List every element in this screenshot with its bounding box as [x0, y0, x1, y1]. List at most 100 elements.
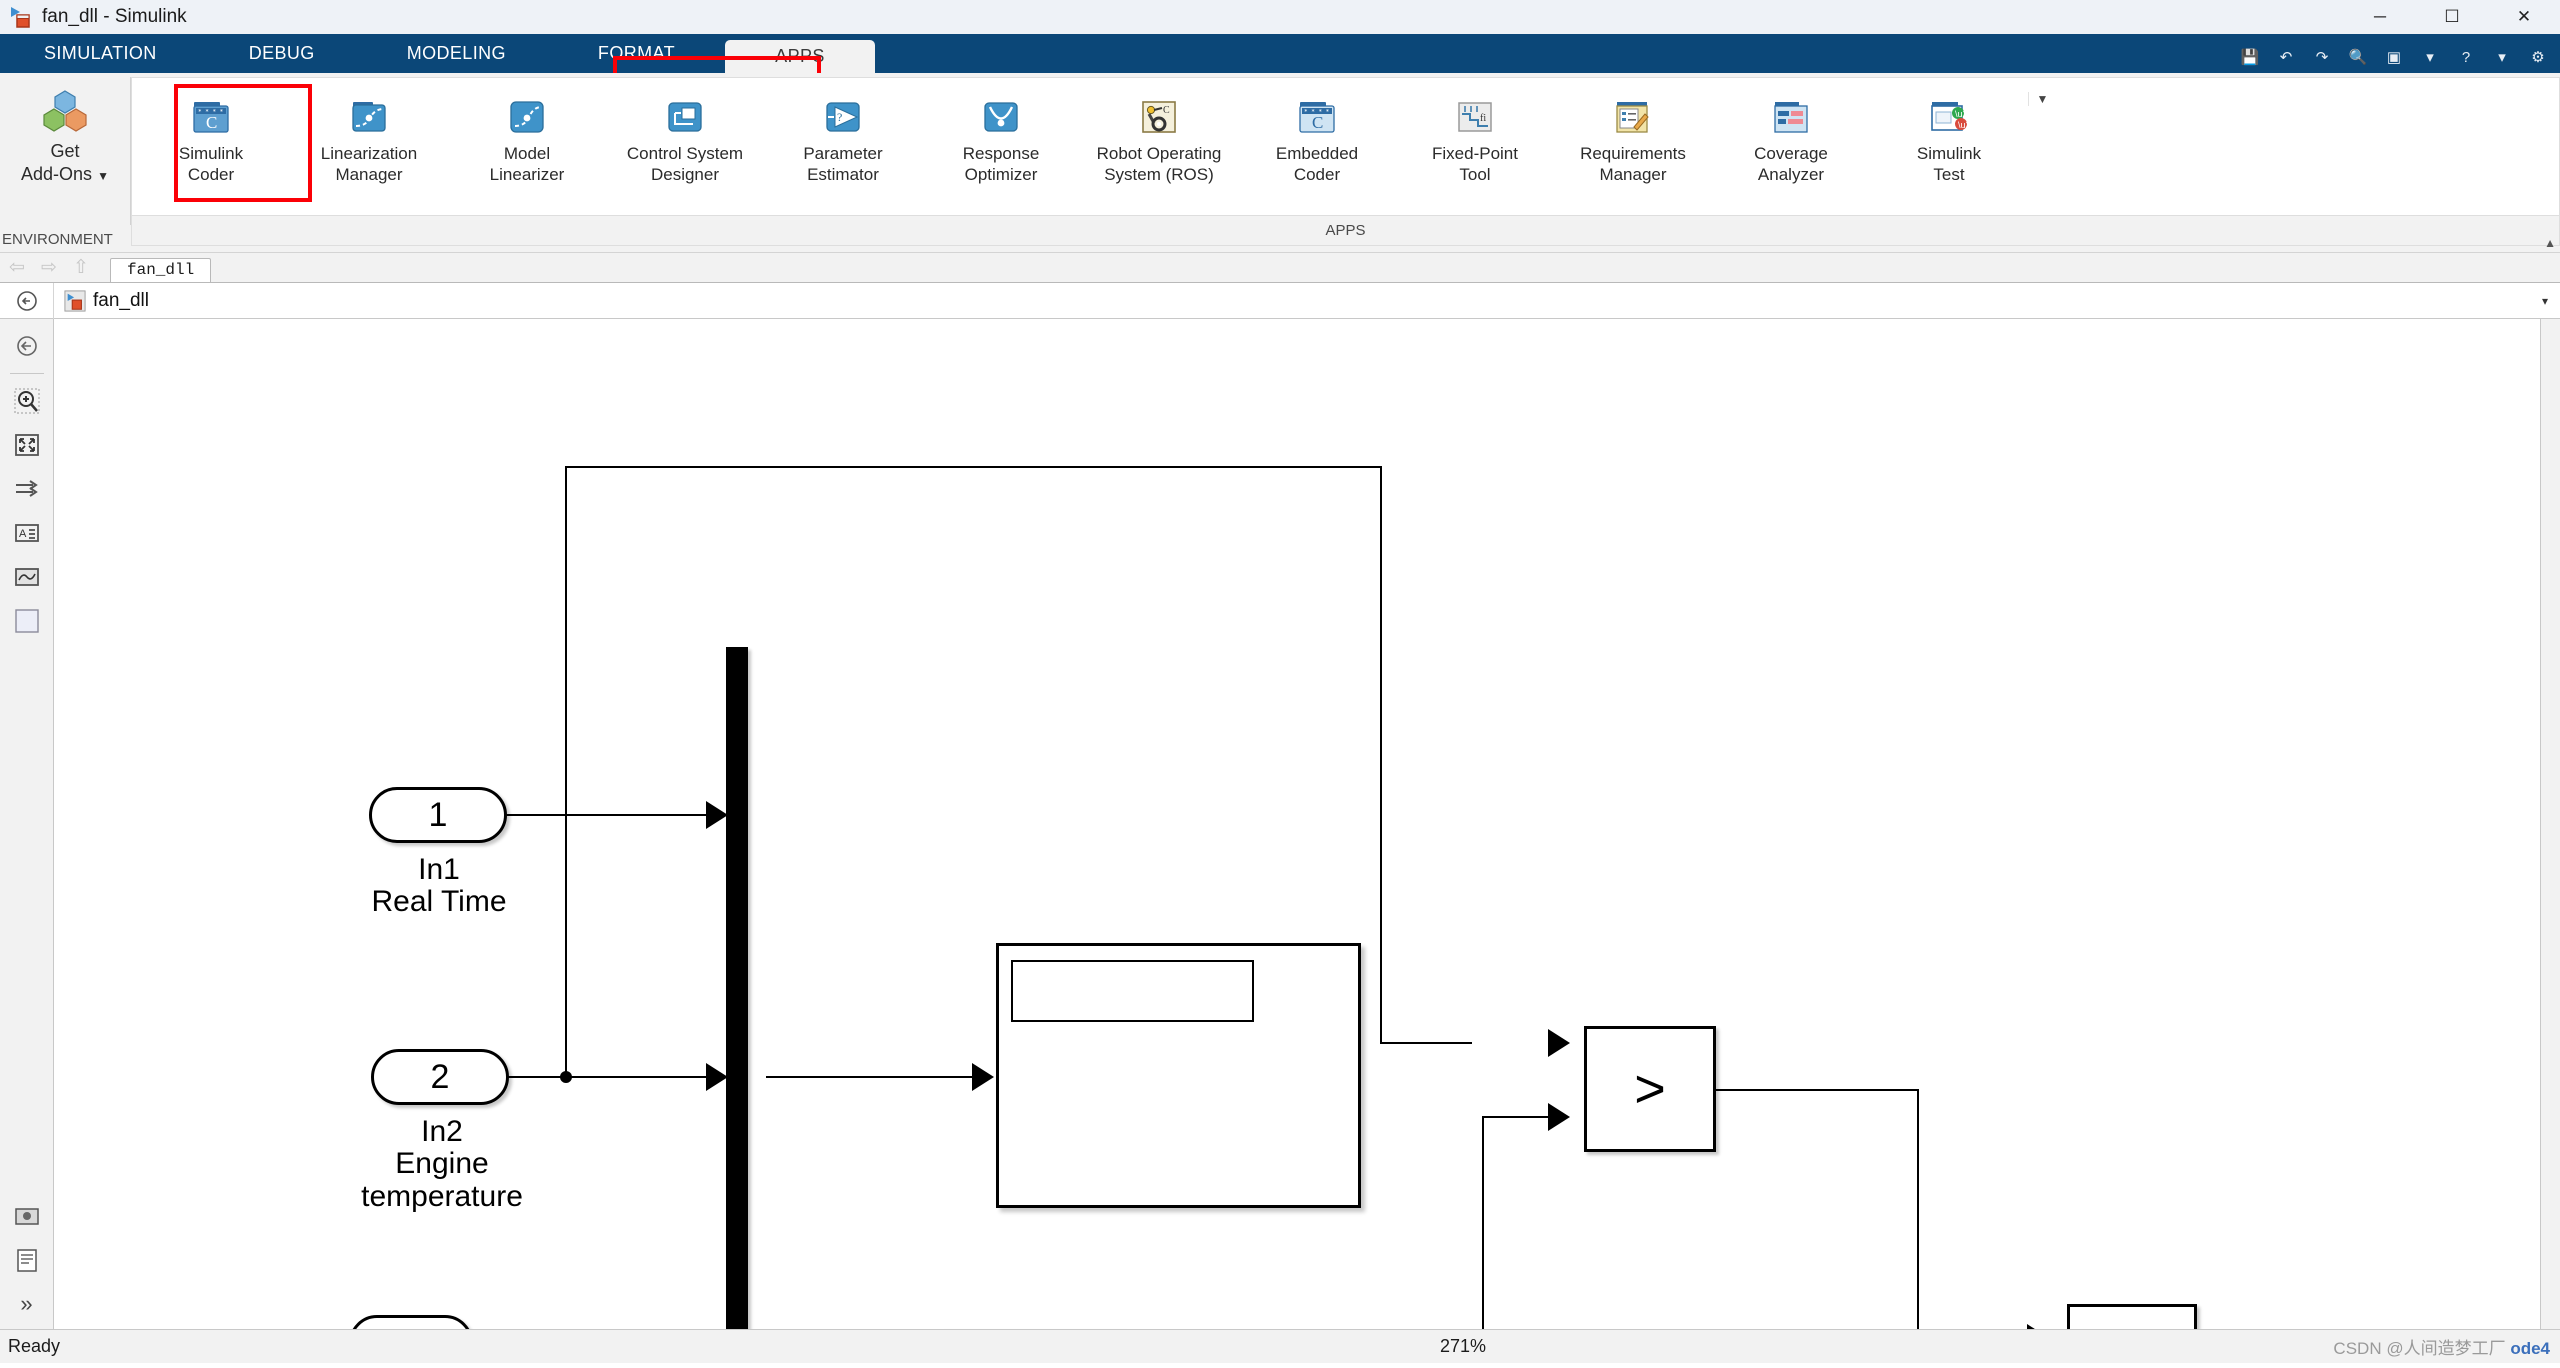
expand-panel-icon[interactable]: »	[10, 1287, 44, 1321]
app-label-line2: Coder	[1293, 165, 1341, 185]
svg-text:C: C	[206, 113, 217, 132]
app-parameter-estimator[interactable]: ? Parameter Estimator	[764, 92, 922, 186]
simulink-canvas[interactable]: 1 In1 Real Time 2 In2 Engine temperature…	[54, 319, 2540, 1329]
fit-to-view-icon[interactable]	[10, 428, 44, 462]
app-linearization-manager[interactable]: Linearization Manager	[290, 92, 448, 186]
help-dropdown-icon[interactable]: ▾	[2490, 45, 2514, 69]
breadcrumb-label: fan_dll	[93, 289, 149, 311]
inport-2[interactable]: 2	[371, 1049, 509, 1105]
product-block[interactable]	[2067, 1304, 2197, 1329]
watermark-badge: ode4	[2510, 1339, 2550, 1358]
tab-format[interactable]: FORMAT	[580, 34, 693, 73]
canvas-left-toolbar: A »	[0, 319, 54, 1329]
subsystem-block[interactable]	[996, 943, 1361, 1208]
app-label-line1: Simulink	[1916, 144, 1982, 163]
get-add-ons-button[interactable]: Get Add-Ons ▼	[0, 85, 130, 187]
scope-icon[interactable]	[10, 560, 44, 594]
app-simulink-test[interactable]: \u2713 \u2715 Simulink Test	[1870, 92, 2028, 186]
arrow-gt-in1	[1548, 1029, 1570, 1057]
wire-gt-in2-horizontal	[1482, 1116, 1548, 1118]
apps-more-button[interactable]: ▼	[2028, 92, 2056, 106]
app-model-linearizer[interactable]: Model Linearizer	[448, 92, 606, 186]
breadcrumb-dropdown-icon[interactable]: ▾	[2542, 294, 2548, 308]
tab-apps[interactable]: APPS	[724, 40, 875, 73]
app-label-line1: Simulink	[178, 144, 244, 163]
app-simulink-coder[interactable]: * * * * C Simulink Coder	[132, 92, 290, 186]
arrow-mux-in2	[706, 1063, 728, 1091]
mux-block[interactable]	[726, 647, 748, 1329]
tab-debug[interactable]: DEBUG	[231, 34, 333, 73]
inport-1[interactable]: 1	[369, 787, 507, 843]
status-bar: Ready 271% CSDN @人间造梦工厂 ode4	[0, 1329, 2560, 1363]
app-robot-operating-system[interactable]: C Robot Operating System (ROS)	[1080, 92, 1238, 186]
tab-modeling[interactable]: MODELING	[389, 34, 524, 73]
model-tab-fan-dll[interactable]: fan_dll	[110, 258, 212, 282]
app-label-line2: Designer	[650, 165, 720, 185]
blank-block-icon[interactable]	[10, 604, 44, 638]
app-control-system-designer[interactable]: Control System Designer	[606, 92, 764, 186]
inport-2-label-line1: In2	[421, 1115, 463, 1148]
canvas-left-toolbar-bottom: »	[10, 1199, 44, 1321]
breadcrumb-back-button[interactable]	[0, 282, 54, 319]
maximize-button[interactable]: ☐	[2416, 0, 2488, 34]
app-label-line1: Embedded	[1275, 144, 1359, 163]
close-button[interactable]: ✕	[2488, 0, 2560, 34]
undo-icon[interactable]: ↶	[2274, 45, 2298, 69]
editor-body: A » 1 In1 Real Time 2 In2 Engine tempera…	[0, 319, 2560, 1329]
app-requirements-manager[interactable]: Requirements Manager	[1554, 92, 1712, 186]
minimize-button[interactable]: ─	[2344, 0, 2416, 34]
signal-routing-icon[interactable]	[10, 472, 44, 506]
wire-gt-out-vertical	[1917, 1089, 1919, 1329]
search-icon[interactable]: 🔍	[2346, 45, 2370, 69]
report-icon[interactable]	[10, 1243, 44, 1277]
simulink-test-icon: \u2713 \u2715	[1928, 96, 1986, 138]
nav-forward-icon[interactable]: ⇨	[38, 256, 60, 278]
save-icon[interactable]: 💾	[2238, 45, 2262, 69]
zoom-in-icon[interactable]	[10, 384, 44, 418]
inport-1-label-line1: In1	[418, 853, 460, 886]
greater-than-block[interactable]: >	[1584, 1026, 1716, 1152]
app-label-line2: Manager	[335, 165, 403, 185]
inport-1-label: In1 Real Time	[294, 853, 584, 919]
get-add-ons-caret-icon[interactable]: ▼	[97, 169, 109, 183]
ros-robot-icon: C	[1138, 96, 1180, 138]
canvas-right-gutter[interactable]	[2540, 319, 2560, 1329]
wire-top-right-vertical	[1380, 466, 1382, 1044]
embedded-coder-icon: * * * * C	[1296, 96, 1338, 138]
layout-icon[interactable]: ▣	[2382, 45, 2406, 69]
svg-text:\u2715: \u2715	[1958, 120, 1970, 130]
inport-2-number: 2	[430, 1057, 450, 1096]
app-label-line2: Test	[1933, 165, 1965, 185]
nav-back-icon[interactable]: ⇦	[6, 256, 28, 278]
redo-icon[interactable]: ↷	[2310, 45, 2334, 69]
settings-icon[interactable]: ⚙	[2526, 45, 2550, 69]
coverage-icon	[1770, 96, 1812, 138]
app-label-line2: Coder	[187, 165, 235, 185]
arrow-subsystem-in	[972, 1063, 994, 1091]
nav-up-icon[interactable]: ⇧	[70, 256, 92, 278]
tab-simulation[interactable]: SIMULATION	[26, 34, 175, 73]
camera-icon[interactable]	[10, 1199, 44, 1233]
window-title: fan_dll - Simulink	[42, 6, 187, 27]
inport-2-label: In2 Engine temperature	[294, 1115, 590, 1213]
model-linearizer-icon	[506, 96, 548, 138]
wire-to-gt-input1	[1380, 1042, 1472, 1044]
get-add-ons-line1: Get	[50, 141, 80, 161]
navigate-up-icon[interactable]	[10, 329, 44, 363]
app-response-optimizer[interactable]: Response Optimizer	[922, 92, 1080, 186]
app-embedded-coder[interactable]: * * * * C Embedded Coder	[1238, 92, 1396, 186]
wire-in2-to-mux	[506, 1076, 706, 1078]
layout-dropdown-icon[interactable]: ▾	[2418, 45, 2442, 69]
wire-branch-to-subsystem	[766, 1076, 976, 1078]
app-fixed-point-tool[interactable]: fi Fixed-Point Tool	[1396, 92, 1554, 186]
app-label-line1: Coverage	[1754, 144, 1828, 163]
greater-than-symbol: >	[1634, 1059, 1666, 1119]
inport-3[interactable]: 3	[349, 1315, 473, 1329]
app-coverage-analyzer[interactable]: Coverage Analyzer	[1712, 92, 1870, 186]
svg-text:\u2713: \u2713	[1955, 109, 1970, 119]
help-icon[interactable]: ?	[2454, 45, 2478, 69]
ribbon-collapse-button[interactable]: ▲	[2544, 236, 2556, 250]
svg-text:C: C	[1163, 105, 1170, 116]
annotation-icon[interactable]: A	[10, 516, 44, 550]
status-zoom-level: 271%	[1440, 1336, 1487, 1356]
